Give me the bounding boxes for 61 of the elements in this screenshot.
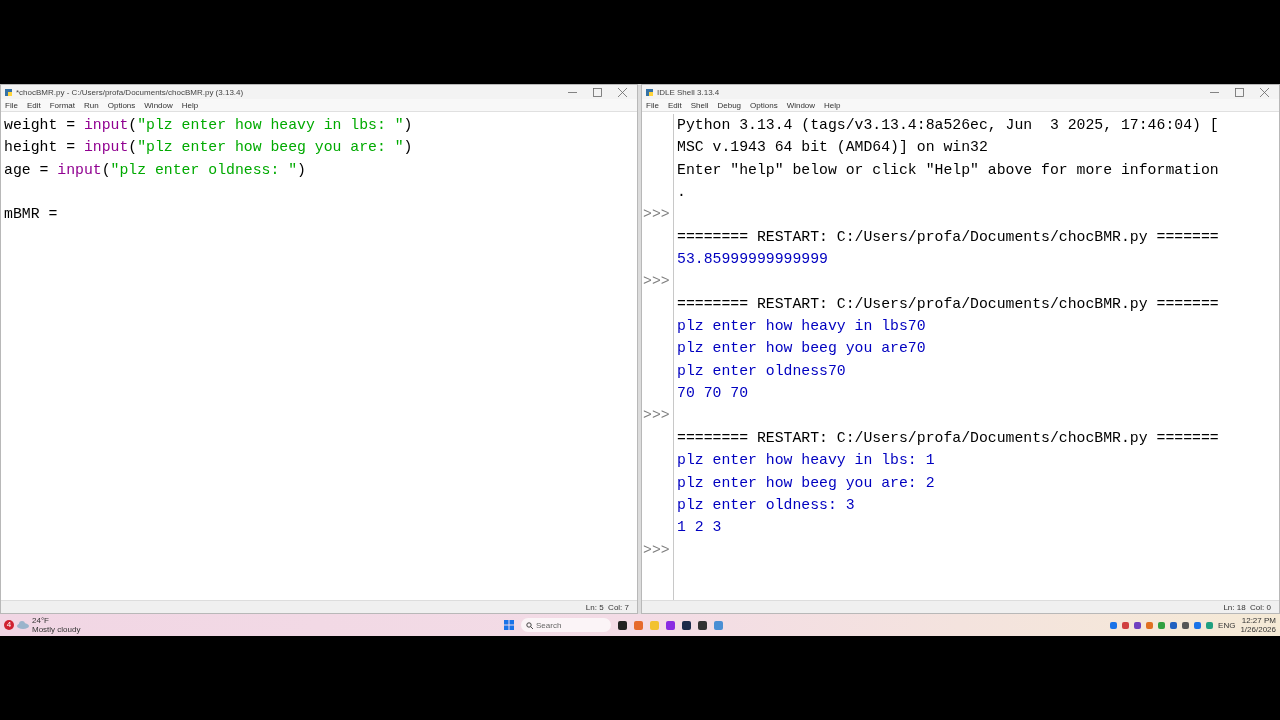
shell-line: ======== RESTART: C:/Users/profa/Documents/chocBMR.py ======= — [677, 228, 1219, 245]
menu-item[interactable]: Help — [181, 100, 199, 110]
menu-item[interactable]: Shell — [690, 100, 709, 110]
menu-item[interactable]: File — [5, 100, 18, 110]
window-title: IDLE Shell 3.13.4 — [657, 87, 721, 97]
code-line: height = input("plz enter how beeg you are: ") — [4, 138, 414, 158]
code-line: mBMR = — [4, 205, 59, 225]
menu-item[interactable]: Edit — [26, 100, 41, 110]
shell-line: . — [677, 184, 686, 201]
shell-line: plz enter how heavy in lbs: 1 — [677, 452, 935, 469]
shell-line: MSC v.1943 64 bit (AMD64)] on win32 — [677, 139, 988, 156]
shell-line: Enter "help" below or click "Help" above for more information — [677, 161, 1219, 178]
weather-condition: Mostly cloudy — [32, 625, 81, 634]
shell-line: ======== RESTART: C:/Users/profa/Documents/chocBMR.py ======= — [677, 295, 1219, 312]
clock[interactable]: 12:27 PM 1/26/2026 — [1240, 616, 1276, 634]
menu-item[interactable]: Options — [107, 100, 136, 110]
python-file-icon — [5, 88, 12, 96]
shell-line: plz enter oldness70 — [677, 362, 846, 379]
language-indicator[interactable]: ENG — [1218, 620, 1236, 630]
shell-line: plz enter how heavy in lbs70 — [677, 318, 926, 335]
shell-line: 70 70 70 — [677, 385, 749, 402]
window-title: *chocBMR.py - C:/Users/profa/Documents/chocBMR.py (3.13.4) — [16, 87, 245, 97]
date: 1/26/2026 — [1240, 625, 1276, 634]
menu-item[interactable]: File — [646, 100, 659, 110]
code-editor[interactable]: weight = input("plz enter how heavy in lbs: ") height = input("plz enter how beeg you are: ") age = input("plz enter oldness: ") mBMR = — [1, 114, 637, 600]
maximize-button[interactable] — [1235, 87, 1244, 97]
shell-line: Python 3.13.4 (tags/v3.13.4:8a526ec, Jun 3 2025, 17:46:04) [ — [677, 117, 1219, 133]
shell-line: 53.85999999999999 — [677, 251, 828, 268]
temperature: 24°F — [32, 616, 49, 625]
menu-item[interactable]: Options — [750, 100, 778, 110]
maximize-button[interactable] — [593, 87, 602, 97]
menu-item[interactable]: Window — [786, 100, 816, 110]
shell-prompt: >>> — [643, 206, 670, 223]
code-line: weight = input("plz enter how heavy in lbs: ") — [4, 116, 414, 135]
menu-item[interactable]: Format — [49, 100, 76, 110]
shell-line: ======== RESTART: C:/Users/profa/Documents/chocBMR.py ======= — [677, 429, 1219, 446]
code-line: age = input("plz enter oldness: ") — [4, 160, 307, 180]
close-button[interactable] — [1260, 87, 1269, 97]
menu-item[interactable]: Edit — [667, 100, 682, 110]
close-button[interactable] — [618, 87, 627, 97]
windows-start-icon[interactable] — [504, 620, 514, 630]
shell-line: plz enter how beeg you are70 — [677, 340, 926, 357]
cursor-position: Ln: 18 Col: 0 — [1223, 602, 1271, 612]
shell-prompt: >>> — [643, 273, 670, 290]
shell-prompt: >>> — [643, 407, 670, 424]
shell-prompt: >>> — [643, 541, 670, 558]
shell-line: plz enter how beeg you are: 2 — [677, 474, 935, 491]
python-file-icon — [646, 88, 653, 96]
shell-line: plz enter oldness: 3 — [677, 496, 855, 513]
search-icon — [526, 621, 533, 629]
cursor-position: Ln: 5 Col: 7 — [585, 602, 629, 612]
menu-item[interactable]: Run — [84, 100, 99, 110]
cloud-icon — [17, 621, 29, 629]
menu-item[interactable]: Window — [144, 100, 173, 110]
notification-badge: 4 — [4, 620, 14, 630]
search-field[interactable]: Search — [521, 618, 611, 632]
search-placeholder: Search — [536, 620, 562, 630]
menu-item[interactable]: Debug — [717, 100, 742, 110]
time: 12:27 PM — [1241, 616, 1276, 625]
shell-line: 1 2 3 — [677, 519, 722, 536]
menu-item[interactable]: Help — [824, 100, 841, 110]
